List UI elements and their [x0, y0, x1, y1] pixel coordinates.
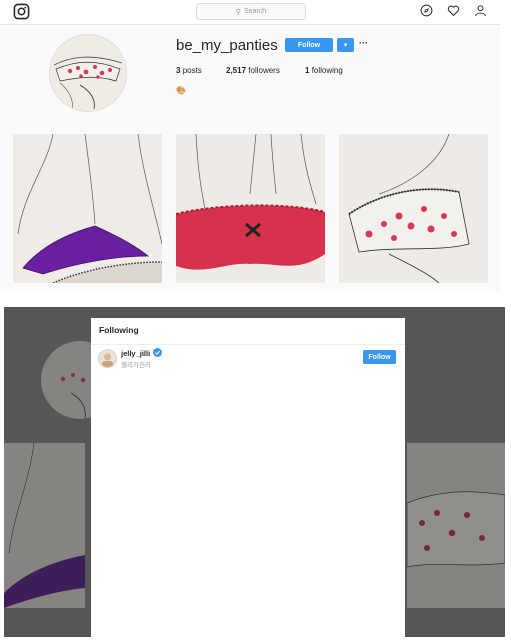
verified-badge-icon: [153, 348, 162, 357]
follow-button[interactable]: Follow: [285, 38, 333, 52]
modal-divider: [91, 344, 405, 345]
following-count: 1: [305, 66, 310, 75]
following-modal-screenshot: Following jelly_jilli 젤리가진리 Follow: [4, 307, 505, 637]
follow-button[interactable]: Follow: [363, 350, 396, 364]
user-icon[interactable]: [474, 4, 487, 22]
followers-stat[interactable]: 2,517 followers: [226, 66, 280, 75]
top-navbar: ⚲ Search: [0, 0, 500, 25]
following-username[interactable]: jelly_jilli: [121, 349, 150, 358]
profile-avatar[interactable]: [49, 34, 127, 112]
modal-title: Following: [99, 325, 139, 335]
post-thumbnail[interactable]: [339, 134, 488, 283]
bio-palette-emoji: 🎨: [176, 86, 186, 95]
post-thumbnail[interactable]: [176, 134, 325, 283]
search-input[interactable]: ⚲ Search: [196, 3, 306, 20]
following-label: following: [311, 66, 343, 75]
followers-count: 2,517: [226, 66, 247, 75]
posts-stat: 3 posts: [176, 66, 202, 75]
suggestions-dropdown-button[interactable]: ▾: [337, 38, 354, 52]
search-icon: ⚲: [235, 8, 241, 16]
following-stat[interactable]: 1 following: [305, 66, 343, 75]
posts-label: posts: [182, 66, 202, 75]
search-placeholder: Search: [243, 8, 267, 15]
avatar[interactable]: [98, 349, 117, 368]
posts-count: 3: [176, 66, 181, 75]
profile-username: be_my_panties: [176, 37, 278, 54]
followers-label: followers: [248, 66, 280, 75]
profile-screenshot: ⚲ Search be_my_panties Follow ▾ ··· 3 po…: [0, 0, 500, 292]
following-modal: Following jelly_jilli 젤리가진리 Follow: [91, 318, 405, 637]
compass-icon[interactable]: [420, 4, 433, 22]
following-fullname: 젤리가진리: [121, 362, 151, 369]
instagram-logo-icon[interactable]: [13, 3, 30, 20]
post-thumbnail[interactable]: [13, 134, 162, 283]
more-options-button[interactable]: ···: [359, 38, 368, 48]
heart-icon[interactable]: [447, 4, 460, 22]
